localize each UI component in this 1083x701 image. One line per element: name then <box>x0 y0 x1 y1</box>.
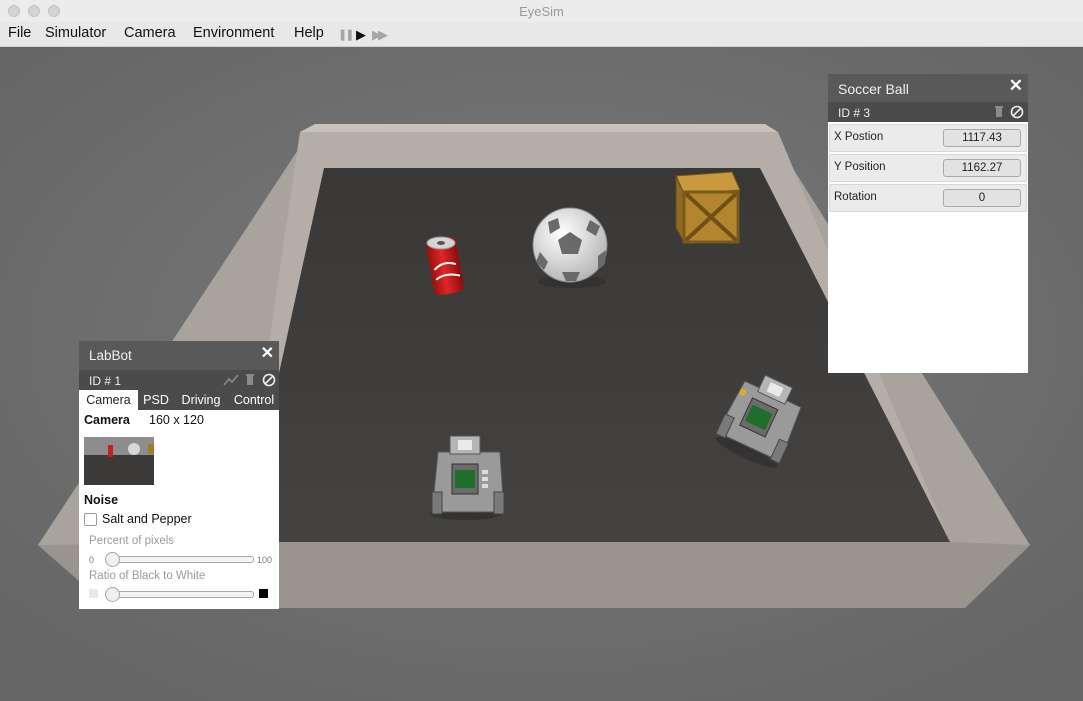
disable-icon[interactable] <box>262 373 276 387</box>
close-icon[interactable]: ✕ <box>261 343 274 363</box>
rotation-field[interactable]: 0 <box>943 189 1021 207</box>
robot-id-label: ID # 1 <box>89 374 122 388</box>
robot-inspector-panel: LabBot ✕ ID # 1 Camera PSD Driving Contr… <box>79 341 279 609</box>
panel-header: Soccer Ball ✕ <box>828 74 1028 102</box>
trash-icon[interactable] <box>994 106 1004 118</box>
play-icon[interactable]: ▶ <box>356 27 366 43</box>
panel-title: Soccer Ball <box>838 81 909 97</box>
ratio-track[interactable] <box>105 591 254 598</box>
window-title: EyeSim <box>519 4 564 19</box>
disable-icon[interactable] <box>1010 105 1024 119</box>
camera-resolution: 160 x 120 <box>149 413 204 427</box>
window-titlebar: EyeSim <box>0 0 1083 23</box>
percent-pixels-label: Percent of pixels <box>89 535 175 547</box>
object-id-label: ID # 3 <box>838 106 871 120</box>
percent-pixels-track[interactable] <box>105 556 254 563</box>
salt-pepper-label: Salt and Pepper <box>102 512 192 526</box>
x-position-field[interactable]: 1117.43 <box>943 129 1021 147</box>
white-swatch <box>89 589 98 598</box>
y-position-label: Y Position <box>834 161 886 173</box>
menu-file[interactable]: File <box>8 25 31 41</box>
percent-max-label: 100 <box>257 555 273 565</box>
percent-pixels-slider-handle[interactable] <box>105 552 120 567</box>
tab-control[interactable]: Control <box>229 390 279 410</box>
x-position-label: X Postion <box>834 131 884 143</box>
ratio-slider-handle[interactable] <box>105 587 120 602</box>
salt-pepper-checkbox[interactable] <box>84 513 97 526</box>
id-bar: ID # 3 <box>828 102 1028 122</box>
noise-section-label: Noise <box>84 493 119 507</box>
tab-bar: Camera PSD Driving Control <box>79 390 279 410</box>
menu-simulator[interactable]: Simulator <box>45 25 106 41</box>
y-position-row: Y Position 1162.27 <box>829 154 1027 182</box>
menu-camera[interactable]: Camera <box>124 25 176 41</box>
menu-bar: File Simulator Camera Environment Help ❚… <box>0 22 1083 47</box>
panel-title: LabBot <box>89 348 132 363</box>
pause-icon[interactable]: ❚❚ <box>338 28 355 41</box>
rotation-label: Rotation <box>834 191 877 203</box>
trash-icon[interactable] <box>245 374 255 386</box>
trajectory-icon[interactable] <box>223 374 239 386</box>
rotation-row: Rotation 0 <box>829 184 1027 212</box>
panel-header: LabBot ✕ <box>79 341 279 370</box>
wooden-crate-object[interactable] <box>675 171 741 244</box>
menu-environment[interactable]: Environment <box>193 25 274 41</box>
tab-camera[interactable]: Camera <box>79 390 138 410</box>
arena-wall-top <box>300 124 778 132</box>
black-swatch <box>259 589 268 598</box>
id-bar: ID # 1 <box>79 370 279 390</box>
y-position-field[interactable]: 1162.27 <box>943 159 1021 177</box>
percent-min-label: 0 <box>89 555 95 565</box>
tab-psd[interactable]: PSD <box>139 390 173 410</box>
object-inspector-panel: Soccer Ball ✕ ID # 3 X Postion 1117.43 Y… <box>828 74 1028 373</box>
close-icon[interactable]: ✕ <box>1009 76 1023 96</box>
x-position-row: X Postion 1117.43 <box>829 124 1027 152</box>
fast-forward-icon[interactable]: ▶▶ <box>372 27 388 43</box>
tab-driving[interactable]: Driving <box>177 390 225 410</box>
ratio-label: Ratio of Black to White <box>89 570 206 582</box>
camera-section-label: Camera <box>84 413 130 427</box>
camera-preview-image <box>84 437 154 485</box>
menu-help[interactable]: Help <box>294 25 324 41</box>
